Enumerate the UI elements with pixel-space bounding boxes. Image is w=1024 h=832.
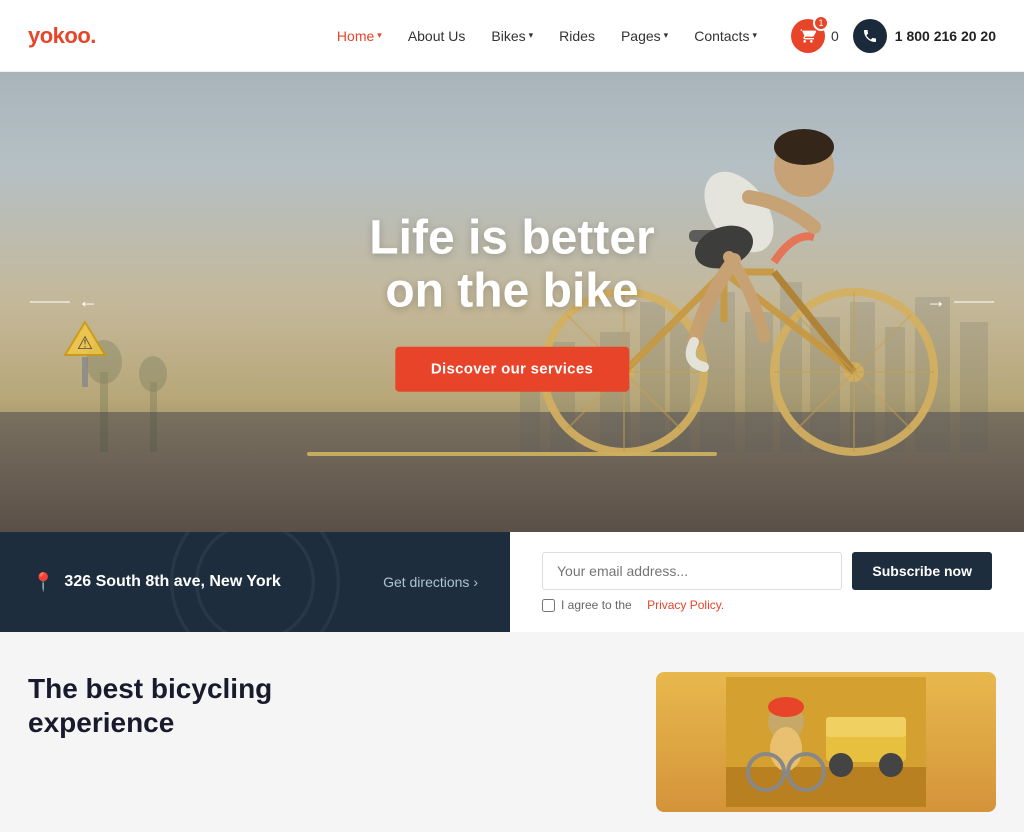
- nav-item-rides[interactable]: Rides: [549, 22, 605, 50]
- chevron-down-icon: ▾: [377, 30, 382, 41]
- nav-line-right: [954, 302, 994, 303]
- phone-icon: [862, 28, 878, 44]
- bottom-title: The best bicycling experience: [28, 672, 616, 739]
- cart-button[interactable]: 1 0: [791, 19, 839, 53]
- nav-item-home[interactable]: Home ▾: [327, 22, 392, 50]
- subscribe-form: Subscribe now I agree to the Privacy Pol…: [542, 552, 992, 612]
- address-info: 📍 326 South 8th ave, New York: [32, 572, 281, 593]
- nav-item-bikes[interactable]: Bikes ▾: [481, 22, 543, 50]
- site-header: yokoo. Home ▾ About Us Bikes ▾ Rides Pag…: [0, 0, 1024, 72]
- header-actions: 1 0 1 800 216 20 20: [791, 19, 996, 53]
- bottom-image-inner: [656, 672, 996, 812]
- bottom-text: The best bicycling experience: [28, 672, 616, 812]
- lower-strip: 📍 326 South 8th ave, New York Get direct…: [0, 532, 1024, 632]
- left-arrow-icon: ←: [78, 291, 98, 314]
- privacy-checkbox[interactable]: [542, 599, 555, 612]
- cart-badge: 1: [813, 15, 829, 31]
- cart-icon: [800, 28, 816, 44]
- phone-button[interactable]: 1 800 216 20 20: [853, 19, 996, 53]
- email-input[interactable]: [542, 552, 842, 590]
- logo-dot: .: [90, 23, 96, 48]
- bottom-section: The best bicycling experience: [0, 632, 1024, 832]
- chevron-down-icon: ▾: [529, 30, 534, 41]
- phone-number: 1 800 216 20 20: [895, 28, 996, 44]
- hero-title: Life is better on the bike: [369, 213, 654, 319]
- chevron-down-icon: ▾: [752, 30, 757, 41]
- hero-cta-button[interactable]: Discover our services: [395, 346, 629, 391]
- hero-content: Life is better on the bike Discover our …: [369, 213, 654, 392]
- pin-icon: 📍: [32, 572, 54, 593]
- nav-line-left: [30, 302, 70, 303]
- nav-item-pages[interactable]: Pages ▾: [611, 22, 678, 50]
- cart-count: 0: [831, 28, 839, 44]
- address-text: 326 South 8th ave, New York: [64, 573, 280, 591]
- chevron-down-icon: ▾: [664, 30, 669, 41]
- bottom-image: [656, 672, 996, 812]
- subscribe-button[interactable]: Subscribe now: [852, 552, 992, 590]
- hero-section: ⚠ ← Life is better on the bike Discover …: [0, 72, 1024, 532]
- hero-prev-button[interactable]: ←: [20, 281, 108, 324]
- hero-next-button[interactable]: →: [916, 281, 1004, 324]
- bottom-cyclist-image: [726, 677, 926, 807]
- subscribe-bar: Subscribe now I agree to the Privacy Pol…: [510, 532, 1024, 632]
- privacy-policy-link[interactable]: Privacy Policy.: [647, 598, 724, 612]
- logo[interactable]: yokoo.: [28, 23, 96, 49]
- right-arrow-icon: →: [926, 291, 946, 314]
- nav-item-about[interactable]: About Us: [398, 22, 476, 50]
- road-sign: ⚠: [60, 317, 110, 392]
- privacy-row: I agree to the Privacy Policy.: [542, 598, 992, 612]
- address-bar: 📍 326 South 8th ave, New York Get direct…: [0, 532, 510, 632]
- subscribe-input-row: Subscribe now: [542, 552, 992, 590]
- privacy-text: I agree to the: [561, 598, 632, 612]
- directions-link[interactable]: Get directions ›: [383, 574, 478, 590]
- cart-icon-wrap: 1: [791, 19, 825, 53]
- main-nav: Home ▾ About Us Bikes ▾ Rides Pages ▾ Co…: [327, 22, 767, 50]
- phone-icon-wrap: [853, 19, 887, 53]
- logo-text: yokoo: [28, 23, 90, 48]
- nav-item-contacts[interactable]: Contacts ▾: [684, 22, 767, 50]
- svg-text:⚠: ⚠: [77, 333, 93, 353]
